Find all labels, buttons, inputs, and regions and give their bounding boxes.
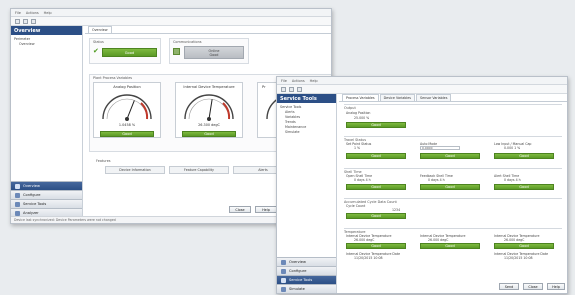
field-label: Analog Position — [346, 111, 371, 115]
status-section: Status ✔ Good — [89, 38, 161, 64]
refresh-icon[interactable] — [289, 86, 294, 92]
status-good-button[interactable]: Good — [494, 184, 554, 190]
features-row: Device Information Feature Capability Al… — [105, 166, 293, 174]
nav-service-tools[interactable]: Service Tools — [277, 275, 336, 284]
nav-buttons: Overview Configure Service Tools Analyze… — [11, 181, 82, 217]
menu-actions[interactable]: Actions — [26, 11, 39, 15]
navigation-pane: Service Tools Service Tools Alerts Varia… — [277, 94, 337, 293]
menu-actions[interactable]: Actions — [292, 79, 305, 83]
toolbar — [277, 85, 567, 94]
nav-overview[interactable]: Overview — [11, 181, 82, 190]
status-good-button[interactable]: Good — [346, 213, 406, 219]
send-button[interactable]: Send — [499, 283, 519, 290]
communications-section: Communications Online Good — [169, 38, 249, 64]
tab-strip: Overview — [85, 26, 331, 34]
close-button[interactable]: Close — [523, 283, 543, 290]
nav-configure[interactable]: Configure — [277, 266, 336, 275]
navigation-pane: Overview Perimeter Overview Overview Con… — [11, 26, 83, 217]
device-information-button[interactable]: Device Information — [105, 166, 165, 174]
field-value: 25.000 % — [354, 116, 370, 120]
print-icon[interactable] — [281, 86, 286, 92]
group-cycle-count: Accumulated Cycle Data Count Cycle Count… — [344, 198, 562, 224]
communication-icon — [173, 48, 180, 55]
menu-help[interactable]: Help — [310, 79, 318, 83]
menu-bar: File Actions Help — [11, 9, 331, 17]
gauge-value: 26.300 degC — [198, 123, 220, 127]
variables-content: Process Variables Device Variables Senso… — [339, 94, 567, 281]
help-button[interactable]: Help — [547, 283, 565, 290]
status-good-button[interactable]: Good — [494, 243, 554, 249]
communications-status[interactable]: Online Good — [184, 46, 244, 59]
help-icon[interactable] — [297, 86, 302, 92]
gauge-dial — [102, 94, 152, 121]
overview-icon — [15, 183, 20, 189]
nav-configure[interactable]: Configure — [11, 190, 82, 199]
menu-bar: File Actions Help — [277, 77, 567, 85]
gauge-status[interactable]: Good — [100, 131, 154, 137]
status-label: Status — [93, 40, 104, 44]
gauge-dial — [184, 94, 234, 121]
close-button[interactable]: Close — [229, 206, 251, 213]
status-good-button[interactable]: Good — [420, 184, 480, 190]
service-tree: Service Tools Alerts Variables Trends Ma… — [277, 103, 336, 137]
tab-strip: Process Variables Device Variables Senso… — [339, 94, 567, 102]
help-icon[interactable] — [31, 18, 36, 24]
menu-file[interactable]: File — [15, 11, 21, 15]
toolbar — [11, 17, 331, 26]
service-tools-icon — [15, 201, 20, 207]
nav-simulate[interactable]: Simulate — [277, 284, 336, 293]
status-good-button[interactable]: Good — [346, 243, 406, 249]
simulate-icon — [281, 286, 286, 292]
tree-item-overview[interactable]: Overview — [14, 42, 79, 47]
tree-item-simulate[interactable]: Simulate — [280, 130, 333, 135]
check-icon: ✔ — [93, 47, 99, 55]
tab-device-variables[interactable]: Device Variables — [379, 94, 416, 101]
gauge-status[interactable]: Good — [182, 131, 236, 137]
help-button[interactable]: Help — [255, 206, 277, 213]
feature-capability-button[interactable]: Feature Capability — [169, 166, 229, 174]
group-travel-status: Travel Status Set Point Status 1 % Auto … — [344, 136, 562, 166]
menu-help[interactable]: Help — [44, 11, 52, 15]
status-good-button[interactable]: Good — [420, 243, 480, 249]
status-good-button[interactable]: Good — [346, 122, 406, 128]
pane-title: Overview — [11, 26, 82, 35]
status-good-button[interactable]: Good — [346, 153, 406, 159]
menu-file[interactable]: File — [281, 79, 287, 83]
refresh-icon[interactable] — [23, 18, 28, 24]
analyzer-icon — [15, 210, 20, 216]
pane-title: Service Tools — [277, 94, 336, 103]
gauge-value: 1.0458 % — [118, 123, 136, 127]
nav-service-tools[interactable]: Service Tools — [11, 199, 82, 208]
tab-process-variables[interactable]: Process Variables — [342, 94, 379, 101]
group-output: Output Analog Position 25.000 % Good — [344, 104, 562, 132]
configure-icon — [15, 192, 20, 198]
status-good-button[interactable]: Good — [346, 184, 406, 190]
device-window-service-tools: File Actions Help Service Tools Service … — [276, 76, 568, 294]
tab-overview[interactable]: Overview — [88, 26, 112, 33]
service-tools-icon — [281, 277, 286, 283]
auto-mode-input[interactable]: 0.0000 — [420, 146, 460, 150]
overview-icon — [281, 259, 286, 265]
group-temperature: Temperature Internal Device Temperature … — [344, 228, 562, 278]
nav-buttons: Overview Configure Service Tools Simulat… — [277, 257, 336, 293]
communications-label: Communications — [173, 40, 202, 44]
device-tree: Perimeter Overview — [11, 35, 82, 49]
configure-icon — [281, 268, 286, 274]
tab-sensor-variables[interactable]: Sensor Variables — [416, 94, 452, 101]
status-good-button[interactable]: Good — [420, 153, 480, 159]
status-good-button[interactable]: Good — [494, 153, 554, 159]
nav-overview[interactable]: Overview — [277, 257, 336, 266]
group-shell-time: Shell Time Open Shell Time 0 days 4 h Fe… — [344, 168, 562, 194]
gauge-analog-position: Analog Position 1.0458 % Good — [93, 82, 161, 138]
status-good-button[interactable]: Good — [102, 48, 157, 57]
gauge-internal-temperature: Internal Device Temperature 26.300 degC … — [175, 82, 243, 138]
print-icon[interactable] — [15, 18, 20, 24]
features-label: Features — [96, 159, 111, 163]
